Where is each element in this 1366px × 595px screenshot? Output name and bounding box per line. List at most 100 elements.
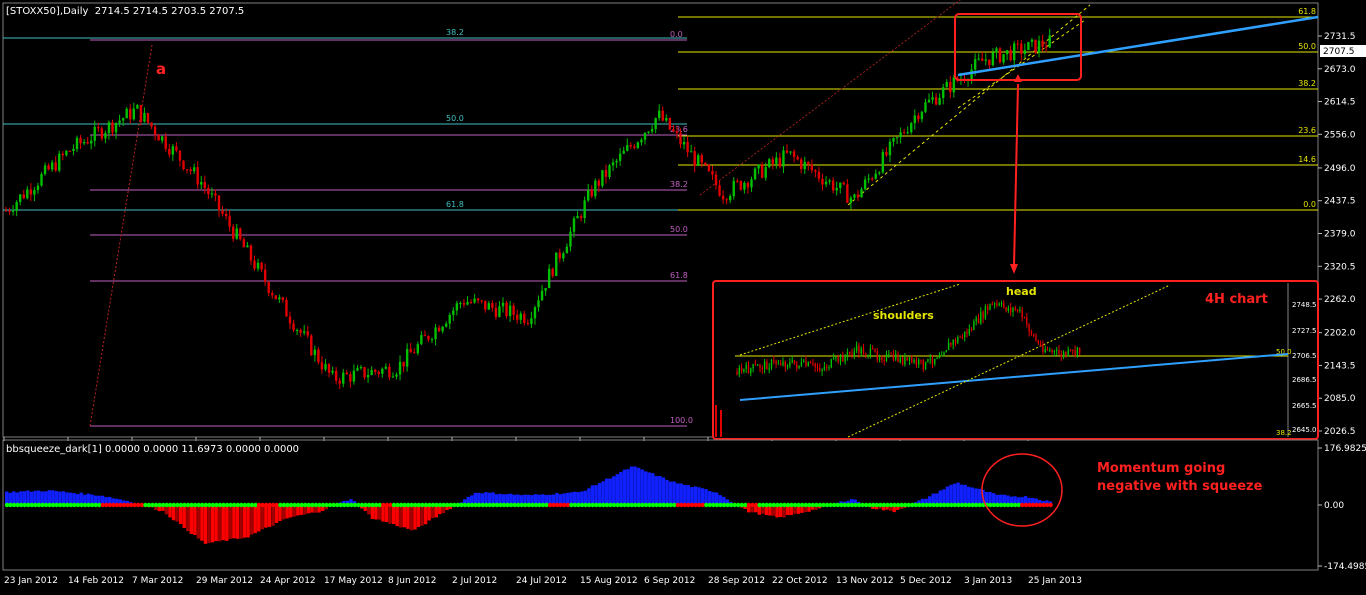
inset-candle-body: [953, 340, 954, 345]
momentum-bar: [420, 505, 423, 526]
momentum-bar: [662, 477, 665, 505]
candle-body: [264, 270, 266, 282]
candle-body: [441, 327, 443, 332]
candle-body: [619, 154, 621, 161]
wave-label: a: [156, 60, 166, 78]
candle-body: [299, 330, 301, 333]
momentum-bar: [651, 473, 654, 505]
momentum-bar: [417, 505, 420, 527]
candle-body: [555, 252, 557, 275]
momentum-bar: [587, 488, 590, 505]
inset-candle-body: [920, 360, 921, 361]
candle-body: [228, 216, 230, 227]
candle-body: [133, 109, 135, 120]
candle-body: [30, 189, 32, 194]
momentum-bar: [261, 505, 264, 529]
inset-candle-body: [895, 354, 896, 359]
candle-body: [303, 331, 305, 332]
candle-body: [750, 179, 752, 187]
inset-candle-body: [798, 366, 799, 368]
inset-candle-body: [1040, 343, 1041, 345]
candle-body: [1045, 47, 1047, 48]
momentum-bar: [949, 485, 952, 505]
candle-body: [725, 199, 727, 200]
candle-body: [743, 183, 745, 190]
candle-body: [346, 373, 348, 375]
x-tick-label: 28 Sep 2012: [708, 576, 765, 586]
chart-canvas[interactable]: 2731.52673.02614.52556.02496.02437.52379…: [0, 0, 1366, 591]
inset-candle-body: [941, 355, 942, 356]
candle-body: [867, 178, 869, 179]
candle-body: [126, 109, 128, 118]
momentum-bar: [246, 505, 249, 537]
candle-body: [502, 303, 504, 307]
inset-candle-body: [867, 355, 868, 356]
candle-body: [339, 381, 341, 384]
candle-body: [1017, 44, 1019, 45]
inset-candle-body: [888, 354, 889, 355]
momentum-bar: [971, 487, 974, 505]
candle-body: [136, 105, 138, 108]
candle-body: [608, 165, 610, 176]
ind-y-tick-label: -174.4985: [1324, 562, 1366, 572]
candle-body: [1013, 44, 1015, 61]
inset-candle-body: [955, 340, 956, 343]
fib-label-yellow: 38.2: [1298, 79, 1316, 88]
momentum-bar: [211, 505, 214, 542]
candle-body: [69, 151, 71, 152]
momentum-bar: [222, 505, 225, 540]
candle-body: [683, 142, 685, 144]
candle-body: [317, 350, 319, 363]
y-tick-label: 2437.5: [1324, 197, 1356, 207]
x-tick-label: 6 Sep 2012: [644, 576, 695, 586]
inset-candle-body: [893, 354, 894, 359]
momentum-bar: [687, 485, 690, 505]
candle-body: [19, 194, 21, 201]
inset-candle-body: [982, 312, 983, 318]
inset-candle-body: [1028, 324, 1029, 332]
candle-body: [257, 263, 259, 269]
inset-candle-body: [902, 357, 903, 364]
candle-body: [907, 132, 909, 133]
candle-body: [296, 330, 298, 331]
momentum-bar: [701, 488, 704, 505]
candle-body: [569, 232, 571, 247]
candle-body: [775, 158, 777, 164]
momentum-bar: [619, 472, 622, 505]
candle-body: [630, 145, 632, 146]
inset-candle-body: [780, 364, 781, 365]
x-tick-label: 2 Jul 2012: [452, 576, 497, 586]
momentum-bar: [680, 484, 683, 505]
momentum-bar: [410, 505, 413, 530]
inset-candle-body: [1012, 308, 1013, 312]
inset-candle-body: [856, 345, 857, 351]
candle-body: [1031, 40, 1033, 42]
candle-body: [754, 168, 756, 179]
inset-candle-body: [980, 312, 981, 323]
inset-candle-body: [1058, 350, 1059, 354]
candle-body: [23, 194, 25, 198]
candle-body: [647, 132, 649, 133]
momentum-bar: [946, 487, 949, 505]
inset-candle-body: [943, 352, 944, 355]
fib-label-cyan: 61.8: [446, 200, 464, 209]
candle-body: [978, 59, 980, 60]
inset-candle-body: [999, 304, 1000, 305]
inset-fib-label: 38.2: [1276, 429, 1292, 437]
candle-body: [324, 364, 326, 369]
inset-candle-body: [1017, 309, 1018, 311]
candle-body: [779, 158, 781, 167]
candle-body: [644, 133, 646, 140]
candle-body: [150, 123, 152, 127]
momentum-bar: [690, 487, 693, 505]
candle-body: [804, 162, 806, 169]
inset-candle-body: [755, 364, 756, 365]
inset-candle-body: [925, 362, 926, 369]
momentum-bar: [683, 485, 686, 505]
candle-body: [246, 245, 248, 247]
inset-candle-body: [861, 348, 862, 353]
momentum-bar: [229, 505, 232, 539]
candle-body: [328, 364, 330, 373]
candle-body: [129, 109, 131, 119]
candle-body: [388, 367, 390, 377]
